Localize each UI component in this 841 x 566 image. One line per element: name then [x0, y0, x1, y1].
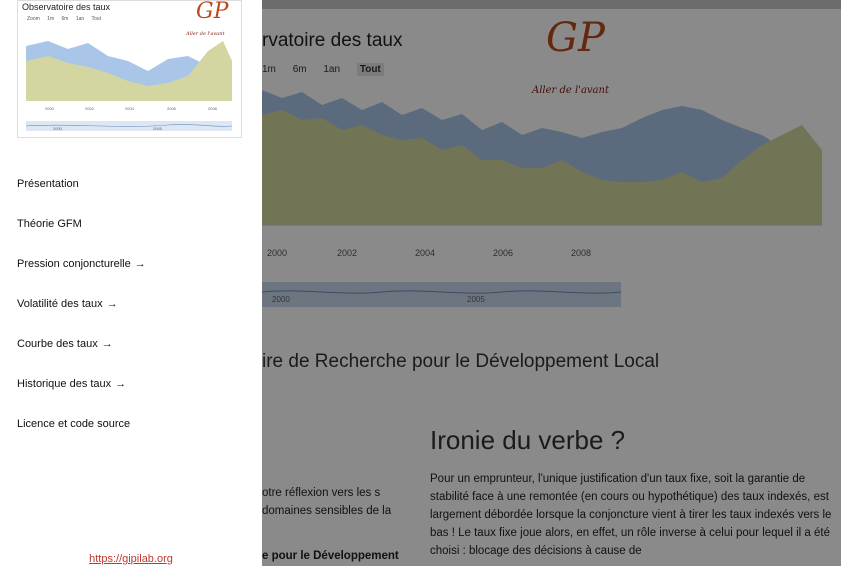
sidebar-item-historique-des-taux[interactable]: Historique des taux → — [17, 378, 146, 418]
thumbnail-chart: 2000 2002 2004 2006 2008 2000 2005 — [25, 41, 233, 131]
thumbnail-nav-tick-2005: 2005 — [153, 126, 163, 131]
sidebar-item-label: Historique des taux — [17, 378, 112, 390]
sidebar-menu: Observatoire des taux Zoom 1m 6m 1an Tou… — [0, 0, 262, 566]
thumbnail-x-tick-2008: 2008 — [208, 106, 218, 111]
thumbnail-x-tick-2000: 2000 — [45, 106, 55, 111]
sidebar-item-label: Courbe des taux — [17, 338, 98, 350]
sidebar-item-volatilite-des-taux[interactable]: Volatilité des taux → — [17, 298, 146, 338]
thumbnail-nav-tick-2000: 2000 — [53, 126, 63, 131]
thumbnail-x-tick-2002: 2002 — [85, 106, 95, 111]
sidebar-item-label: Présentation — [17, 178, 79, 190]
sidebar-item-pression-conjoncturelle[interactable]: Pression conjoncturelle → — [17, 258, 146, 298]
sidebar-item-presentation[interactable]: Présentation — [17, 178, 146, 218]
sidebar-thumbnail[interactable]: Observatoire des taux Zoom 1m 6m 1an Tou… — [17, 0, 242, 138]
sidebar-item-theorie-gfm[interactable]: Théorie GFM — [17, 218, 146, 258]
arrow-icon: → — [134, 258, 146, 270]
sidebar-item-label: Théorie GFM — [17, 218, 82, 230]
thumbnail-x-tick-2006: 2006 — [167, 106, 177, 111]
sidebar-item-label: Licence et code source — [17, 418, 131, 430]
sidebar-item-label: Pression conjoncturelle — [17, 258, 131, 270]
sidebar-item-licence-code-source[interactable]: Licence et code source — [17, 418, 146, 458]
sidebar-item-label: Volatilité des taux — [17, 298, 103, 310]
arrow-icon: → — [106, 298, 118, 310]
sidebar-item-courbe-des-taux[interactable]: Courbe des taux → — [17, 338, 146, 378]
footer-site-link[interactable]: https://gipilab.org — [0, 553, 262, 565]
thumbnail-x-tick-2004: 2004 — [125, 106, 135, 111]
sidebar-nav: Présentation Théorie GFM Pression conjon… — [17, 178, 146, 458]
arrow-icon: → — [115, 378, 127, 390]
arrow-icon: → — [101, 338, 113, 350]
